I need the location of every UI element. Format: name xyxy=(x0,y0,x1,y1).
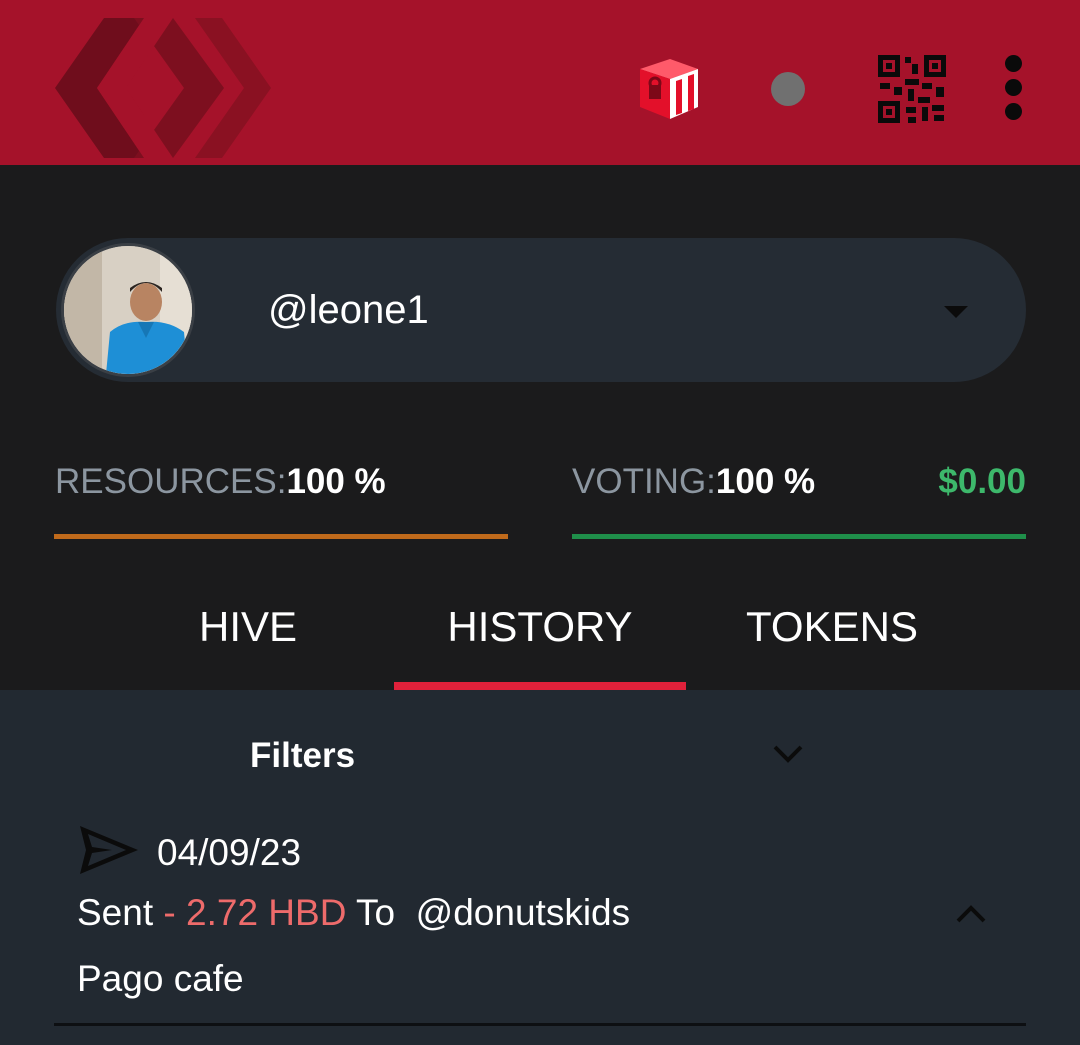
transaction-recipient: To @donutskids xyxy=(346,892,631,933)
hive-logo-icon[interactable] xyxy=(52,18,272,158)
top-app-bar xyxy=(0,0,1080,165)
active-tab-indicator xyxy=(394,682,686,690)
voting-value: 100 % xyxy=(715,462,816,501)
account-selector[interactable]: @leone1 xyxy=(56,238,1026,382)
transaction-amount: - 2.72 HBD xyxy=(163,892,347,933)
resources-stat: RESOURCES:100 % xyxy=(55,462,386,502)
transaction-date: 04/09/23 xyxy=(157,832,302,873)
chevron-down-icon[interactable] xyxy=(770,742,806,766)
transaction-summary: Sent - 2.72 HBD To @donutskids xyxy=(77,892,630,934)
filters-toggle[interactable]: Filters xyxy=(250,736,355,776)
voting-label: VOTING: xyxy=(572,462,716,501)
resources-bar xyxy=(54,534,508,539)
tab-history[interactable]: HISTORY xyxy=(394,603,686,651)
voting-stat: VOTING:100 % xyxy=(572,462,815,502)
resources-label: RESOURCES: xyxy=(55,462,287,501)
send-icon xyxy=(80,826,138,874)
tab-tokens[interactable]: TOKENS xyxy=(716,603,948,651)
account-username: @leone1 xyxy=(268,288,429,332)
chevron-up-icon[interactable] xyxy=(953,902,989,926)
more-vertical-icon[interactable] xyxy=(995,50,1031,126)
vote-value: $0.00 xyxy=(938,462,1026,501)
divider xyxy=(54,1023,1026,1026)
transaction-type: Sent xyxy=(77,892,164,933)
resources-value: 100 % xyxy=(286,462,386,501)
voting-bar xyxy=(572,534,1026,539)
tab-hive[interactable]: HIVE xyxy=(142,603,354,651)
transaction-memo: Pago cafe xyxy=(77,958,244,999)
keychain-icon[interactable] xyxy=(636,55,702,121)
avatar xyxy=(61,243,195,377)
status-dot xyxy=(771,72,805,106)
caret-down-icon[interactable] xyxy=(944,306,968,318)
qr-code-icon[interactable] xyxy=(878,55,946,123)
history-panel: Filters 04/09/23 Sent - 2.72 HBD To @don… xyxy=(0,690,1080,1045)
